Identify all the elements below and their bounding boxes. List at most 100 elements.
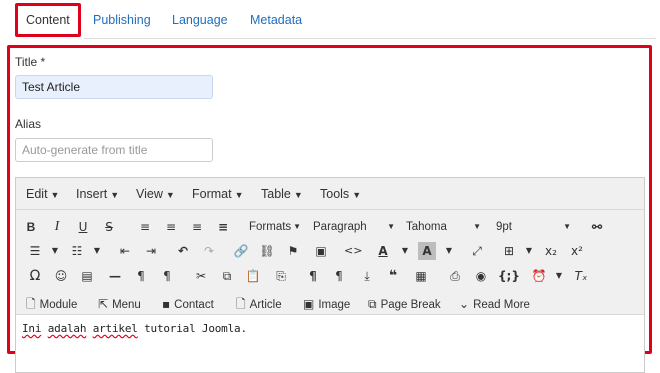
paste-text-icon[interactable]: ⎘ (272, 267, 290, 285)
font-size-dropdown[interactable]: 9pt ▼ (496, 221, 571, 233)
code-icon[interactable]: <> (344, 242, 362, 260)
blockquote-icon[interactable]: ❝ (384, 267, 402, 285)
paragraph-rtl-icon[interactable]: ¶ (158, 267, 176, 285)
outdent-icon[interactable]: ⇤ (116, 242, 134, 260)
menu-insert[interactable]: Insert ▼ (76, 187, 119, 201)
template-icon[interactable]: ▦ (412, 267, 430, 285)
chevron-down-icon[interactable]: ▼ (46, 242, 64, 260)
tab-bar: Content Publishing Language Metadata (0, 0, 660, 42)
text-color-icon[interactable]: A (374, 242, 392, 260)
fullscreen-icon[interactable]: ⤢ (468, 242, 486, 260)
font-size-label: 9pt (496, 221, 512, 233)
chevron-down-icon: ▼ (352, 190, 362, 200)
chevron-down-icon[interactable]: ▼ (520, 242, 538, 260)
image-icon[interactable]: ▣ (312, 242, 330, 260)
document-plus-icon: 🗋 (26, 297, 36, 311)
formats-label: Formats (249, 221, 292, 233)
chevron-down-icon: ▼ (50, 190, 60, 200)
horizontal-rule-icon[interactable]: — (106, 267, 124, 285)
module-button[interactable]: 🗋 Module (26, 294, 77, 314)
image-button-label: Image (318, 299, 351, 311)
redo-icon[interactable]: ↷ (200, 242, 218, 260)
clear-formatting-icon[interactable]: Tₓ (572, 267, 590, 285)
numbered-list-icon[interactable]: ☷ (68, 242, 86, 260)
visual-chars-icon[interactable]: ¶ (330, 267, 348, 285)
tab-content[interactable]: Content (15, 3, 81, 37)
alias-label: Alias (15, 117, 42, 131)
page-break-button[interactable]: ⧉ Page Break (368, 294, 441, 314)
editor-toolbar: B I U S ≡ ≡ ≡ ≡ Formats ▼ Paragraph ▼ Taho… (16, 210, 644, 315)
formats-dropdown[interactable]: Formats ▼ (249, 221, 301, 233)
emoticon-icon[interactable]: ☺ (52, 267, 70, 285)
bold-icon[interactable]: B (22, 218, 40, 236)
menu-tools-label: Tools (320, 187, 350, 201)
source-code-icon[interactable]: {;} (498, 267, 520, 285)
block-format-dropdown[interactable]: Paragraph ▼ (313, 221, 395, 233)
datetime-icon[interactable]: ⏰ (530, 267, 548, 285)
menu-tools[interactable]: Tools ▼ (320, 187, 361, 201)
omega-icon[interactable]: Ω (26, 267, 44, 285)
article-button-label: Article (249, 299, 282, 311)
chevron-down-icon[interactable]: ▼ (396, 242, 414, 260)
bullet-list-icon[interactable]: ☰ (26, 242, 44, 260)
tab-language[interactable]: Language (172, 3, 228, 37)
italic-icon[interactable]: I (48, 218, 66, 236)
title-label: Title * (15, 55, 46, 69)
tab-metadata[interactable]: Metadata (250, 3, 302, 37)
cut-icon[interactable]: ✂ (192, 267, 210, 285)
strikethrough-icon[interactable]: S (100, 218, 118, 236)
print-icon[interactable]: ⎙ (446, 267, 464, 285)
preview-icon[interactable]: ◉ (472, 267, 490, 285)
share-icon: ⇱ (98, 297, 109, 311)
copy-icon: ⧉ (368, 297, 377, 311)
chevron-down-icon[interactable]: ▼ (550, 267, 568, 285)
editor-content[interactable]: Ini adalah artikel tutorial Joomla. (22, 322, 247, 335)
font-family-dropdown[interactable]: Tahoma ▼ (406, 221, 481, 233)
superscript-icon[interactable]: x² (568, 242, 586, 260)
subscript-icon[interactable]: x₂ (542, 242, 560, 260)
chevron-down-icon: ▼ (563, 222, 571, 231)
menu-edit-label: Edit (26, 187, 48, 201)
media-icon[interactable]: ▤ (78, 267, 96, 285)
alias-input[interactable] (15, 138, 213, 162)
chevron-down-icon[interactable]: ▼ (88, 242, 106, 260)
paste-icon[interactable]: 📋 (244, 267, 262, 285)
insert-icon[interactable]: ⤓ (358, 267, 376, 285)
chevron-down-icon: ▼ (293, 190, 303, 200)
menu-button[interactable]: ⇱ Menu (98, 294, 141, 314)
contact-button[interactable]: ▪ Contact (162, 294, 214, 314)
find-replace-icon[interactable]: ⚯ (588, 218, 606, 236)
align-justify-icon[interactable]: ≡ (214, 218, 232, 236)
align-right-icon[interactable]: ≡ (188, 218, 206, 236)
align-left-icon[interactable]: ≡ (136, 218, 154, 236)
table-icon[interactable]: ⊞ (500, 242, 518, 260)
menu-insert-label: Insert (76, 187, 108, 201)
menu-format[interactable]: Format ▼ (192, 187, 244, 201)
show-blocks-icon[interactable]: ¶ (304, 267, 322, 285)
link-icon[interactable]: 🔗 (232, 242, 250, 260)
underline-icon[interactable]: U (74, 218, 92, 236)
bookmark-icon[interactable]: ⚑ (284, 242, 302, 260)
menu-table[interactable]: Table ▼ (261, 187, 303, 201)
menu-button-label: Menu (112, 299, 141, 311)
article-button[interactable]: 🗋 Article (236, 294, 282, 314)
paragraph-ltr-icon[interactable]: ¶ (132, 267, 150, 285)
picture-icon: ▣ (303, 297, 315, 311)
background-color-icon[interactable]: A (418, 242, 436, 260)
content-word: tutorial Joomla. (144, 322, 247, 335)
read-more-button[interactable]: ⌄ Read More (459, 294, 530, 314)
menu-view[interactable]: View ▼ (136, 187, 175, 201)
indent-icon[interactable]: ⇥ (142, 242, 160, 260)
unlink-icon[interactable]: ⛓ (258, 242, 276, 260)
copy-icon[interactable]: ⧉ (218, 267, 236, 285)
menu-edit[interactable]: Edit ▼ (26, 187, 59, 201)
chevron-down-icon: ⌄ (459, 297, 470, 311)
title-input[interactable] (15, 75, 213, 99)
undo-icon[interactable]: ↶ (174, 242, 192, 260)
chevron-down-icon: ▼ (165, 190, 175, 200)
chevron-down-icon[interactable]: ▼ (440, 242, 458, 260)
chevron-down-icon: ▼ (234, 190, 244, 200)
tab-publishing[interactable]: Publishing (93, 3, 151, 37)
image-button[interactable]: ▣ Image (303, 294, 350, 314)
align-center-icon[interactable]: ≡ (162, 218, 180, 236)
